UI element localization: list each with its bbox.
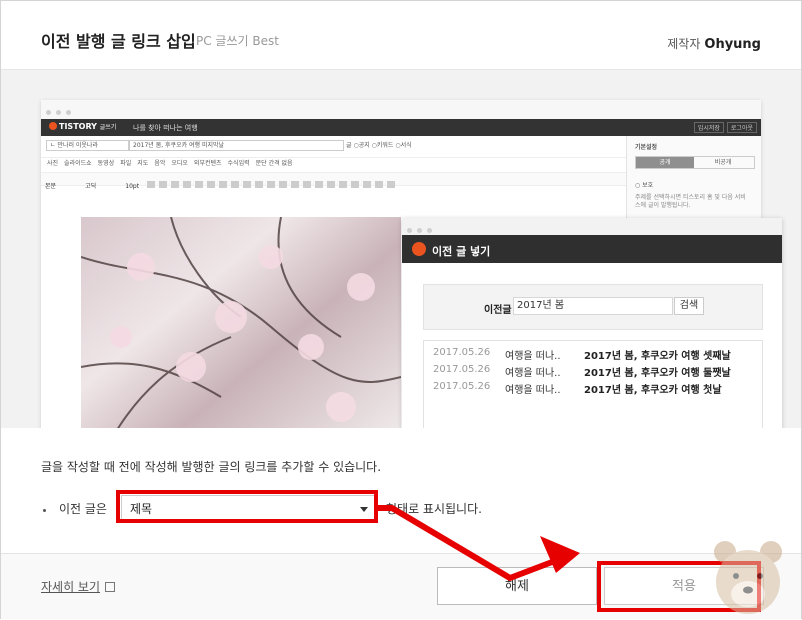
insert-previous-post-dialog: 이전 글 넣기 이전글 2017년 봄 검색 2017.05.26 여행을 떠나.… — [402, 218, 782, 428]
logout-label: 로그아웃 — [726, 122, 757, 133]
option-suffix: 형태로 표시됩니다. — [386, 502, 482, 516]
category-select: ㄴ 만나러 이웃나라 — [46, 140, 129, 151]
blog-name: 나를 찾아 떠나는 여행 — [133, 124, 198, 132]
author-label: 제작자 — [667, 37, 701, 51]
attach-toolbar: 사진 슬라이드쇼 동영상 파일 지도 음악 오디오 외부컨텐츠 수식입력 문단 간격 없음 — [41, 157, 626, 170]
visibility-toggle: 공개 비공개 — [635, 156, 755, 169]
tistory-icon — [412, 242, 426, 256]
dialog-header: 이전 글 넣기 — [402, 235, 782, 263]
tistory-logo-icon — [49, 122, 57, 130]
author-info: 제작자 Ohyung — [667, 35, 761, 52]
option-prefix: 이전 글은 — [59, 502, 107, 516]
search-button: 검색 — [674, 297, 704, 315]
post-type-radios: 글 ○공지 ○키워드 ○서식 — [346, 142, 412, 149]
page-title: 이전 발행 글 링크 삽입 — [41, 32, 196, 51]
preview-image: TISTORY 글쓰기 나를 찾아 떠나는 여행 임시저장 로그아웃 ㄴ 만나러 … — [1, 70, 801, 428]
topbar-actions: 임시저장 로그아웃 — [691, 122, 757, 133]
search-field: 2017년 봄 — [513, 297, 673, 315]
description-text: 글을 작성할 때 전에 작성해 발행한 글의 링크를 추가할 수 있습니다. — [41, 460, 382, 474]
dialog-title: 이전 글 넣기 — [432, 245, 491, 258]
external-link-icon — [105, 582, 116, 592]
tistory-logo: TISTORY 글쓰기 — [49, 122, 116, 131]
author-name: Ohyung — [704, 37, 761, 52]
protect-option: ○ 보호 — [635, 182, 654, 189]
bear-watermark-icon — [714, 541, 782, 614]
select-highlight-box — [116, 490, 378, 523]
branches-illustration — [81, 217, 401, 428]
cancel-button[interactable]: 해제 — [437, 567, 597, 605]
search-label: 이전글 — [484, 305, 512, 316]
post-title-field: 2017년 봄, 후쿠오카 여행 미지막날 — [129, 140, 344, 151]
search-results-list: 2017.05.26 여행을 떠나.. 2017년 봄, 후쿠오카 여행 셋째날 2… — [423, 340, 763, 428]
page-subtitle: PC 글쓰기 Best — [196, 34, 279, 48]
cherry-blossom-photo — [81, 217, 401, 428]
dialog-search-area: 이전글 2017년 봄 검색 — [423, 284, 763, 330]
title-row: ㄴ 만나러 이웃나라 2017년 봄, 후쿠오카 여행 미지막날 글 ○공지 ○… — [41, 136, 626, 154]
editor-topbar: TISTORY 글쓰기 나를 찾아 떠나는 여행 임시저장 로그아웃 — [41, 119, 761, 136]
header: 이전 발행 글 링크 삽입 PC 글쓰기 Best 제작자 Ohyung — [1, 1, 801, 70]
dialog-window-dots — [402, 218, 782, 235]
bullet-icon — [43, 509, 46, 512]
more-link[interactable]: 자세히 보기 — [41, 578, 116, 595]
window-dots — [41, 100, 761, 119]
format-toolbar: 본문 고딕 10pt — [41, 172, 626, 190]
temp-save-label: 임시저장 — [693, 122, 724, 133]
